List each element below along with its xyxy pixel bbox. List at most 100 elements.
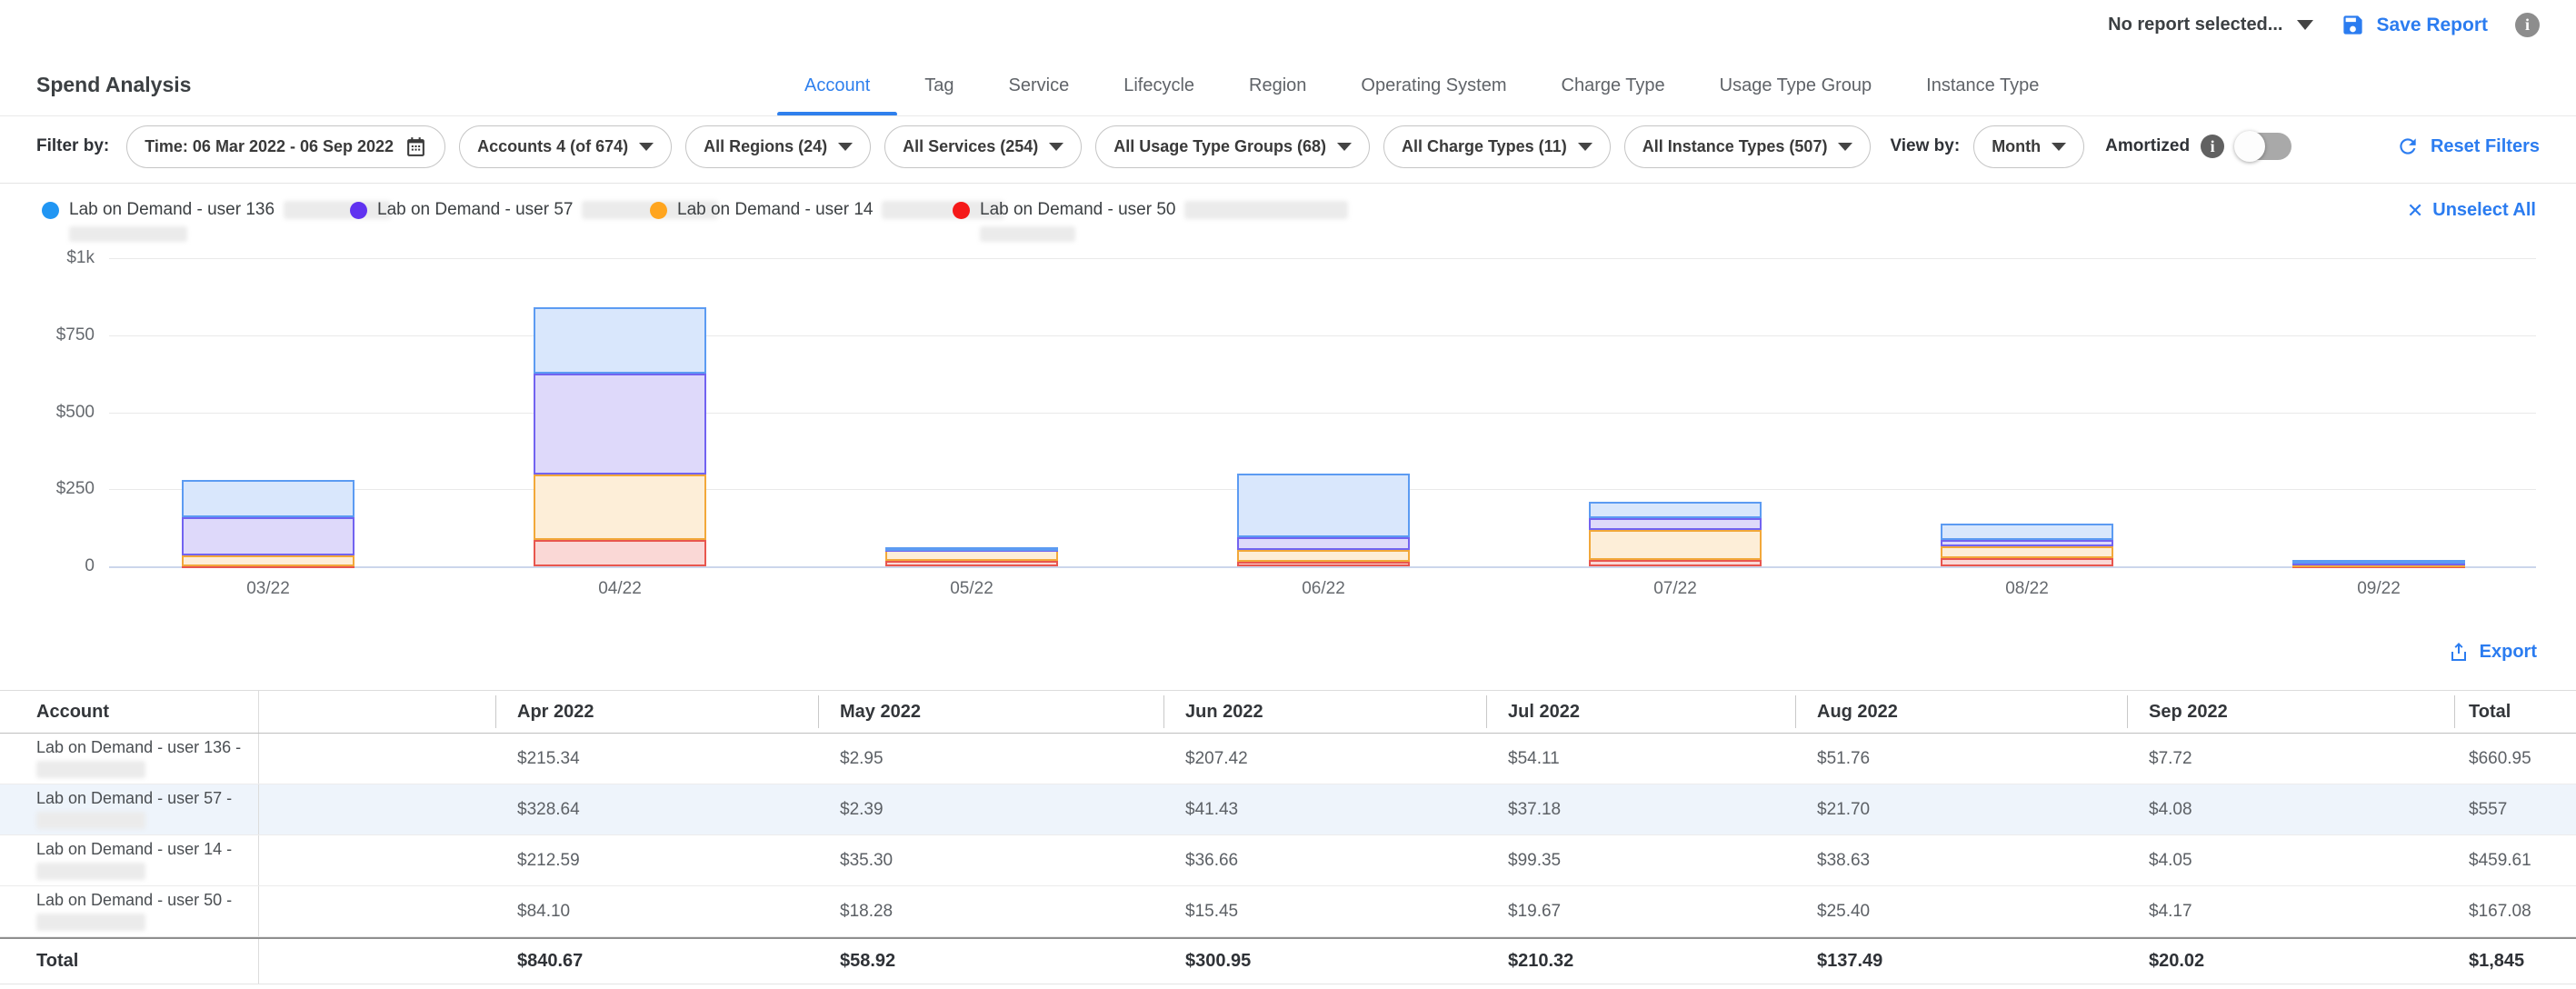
bar-segment-06-22[interactable]: [1237, 474, 1410, 537]
redacted-text: [36, 914, 145, 931]
info-icon[interactable]: i: [2515, 13, 2540, 37]
amortized-info-icon[interactable]: i: [2201, 135, 2224, 158]
redacted-text: [36, 812, 145, 829]
bar-segment-08-22[interactable]: [1941, 546, 2113, 558]
account-name: Lab on Demand - user 57 -: [36, 790, 232, 808]
spacer-cell: [259, 835, 495, 885]
value-cell: $2.39: [818, 784, 1163, 834]
bar-segment-04-22[interactable]: [534, 307, 706, 374]
bar-segment-08-22[interactable]: [1941, 524, 2113, 540]
tab-lifecycle[interactable]: Lifecycle: [1096, 55, 1222, 116]
tab-service[interactable]: Service: [982, 55, 1097, 116]
bar-segment-06-22[interactable]: [1237, 550, 1410, 561]
amortized-toggle[interactable]: [2235, 133, 2291, 160]
filter-bar: Filter by: Time: 06 Mar 2022 - 06 Sep 20…: [36, 125, 2540, 168]
legend-dot-icon: [350, 202, 367, 219]
table-body: Lab on Demand - user 136 -$215.34$2.95$2…: [0, 734, 2576, 937]
total-value-cell: $137.49: [1795, 939, 2127, 984]
value-cell: $215.34: [495, 734, 818, 784]
bar-segment-07-22[interactable]: [1589, 502, 1762, 518]
value-cell: $54.11: [1486, 734, 1795, 784]
unselect-all-label: Unselect All: [2432, 200, 2536, 221]
bar-segment-07-22[interactable]: [1589, 530, 1762, 561]
filter-dropdown-label: All Services (254): [903, 137, 1038, 156]
value-cell: $15.45: [1163, 886, 1486, 936]
filter-dropdown-regions[interactable]: All Regions (24): [685, 125, 871, 168]
bar-segment-07-22[interactable]: [1589, 518, 1762, 530]
bar-segment-04-22[interactable]: [534, 540, 706, 566]
total-value-cell: $210.32: [1486, 939, 1795, 984]
bar-segment-03-22[interactable]: [182, 480, 354, 517]
tab-region[interactable]: Region: [1222, 55, 1333, 116]
value-cell: $212.59: [495, 835, 818, 885]
value-cell: $99.35: [1486, 835, 1795, 885]
bar-segment-03-22[interactable]: [182, 555, 354, 566]
legend-item[interactable]: Lab on Demand - user 50: [953, 200, 1348, 242]
bar-segment-05-22[interactable]: [885, 561, 1058, 566]
table-row: Lab on Demand - user 14 -$212.59$35.30$3…: [0, 835, 2576, 886]
bar-segment-06-22[interactable]: [1237, 562, 1410, 566]
topbar: No report selected... Save Report i: [2108, 13, 2540, 37]
bar-segment-06-22[interactable]: [1237, 537, 1410, 550]
bar-segment-05-22[interactable]: [885, 547, 1058, 551]
bar-segment-03-22[interactable]: [182, 517, 354, 554]
grand-total-cell: $1,845: [2454, 939, 2576, 984]
bar-segment-08-22[interactable]: [1941, 558, 2113, 566]
tab-operating-system[interactable]: Operating System: [1333, 55, 1533, 116]
filter-dropdown-label: All Regions (24): [704, 137, 827, 156]
chevron-down-icon: [838, 143, 853, 151]
gridline: [109, 258, 2536, 259]
column-header-month: Aug 2022: [1795, 691, 2127, 733]
table-row: Lab on Demand - user 136 -$215.34$2.95$2…: [0, 734, 2576, 784]
bar-segment-04-22[interactable]: [534, 374, 706, 475]
bar-segment-07-22[interactable]: [1589, 560, 1762, 566]
legend-label: Lab on Demand - user 14: [677, 200, 873, 220]
tab-charge-type[interactable]: Charge Type: [1534, 55, 1692, 116]
filter-dropdown-usage[interactable]: All Usage Type Groups (68): [1095, 125, 1370, 168]
amortized-control: Amortized i: [2105, 133, 2291, 160]
chevron-down-icon: [1838, 143, 1852, 151]
legend-label: Lab on Demand - user 136: [69, 200, 275, 220]
view-by-label: View by:: [1890, 136, 1960, 156]
value-cell: $328.64: [495, 784, 818, 834]
legend-item[interactable]: Lab on Demand - user 14: [650, 200, 1004, 220]
value-cell: $38.63: [1795, 835, 2127, 885]
time-range-filter[interactable]: Time: 06 Mar 2022 - 06 Sep 2022: [126, 125, 445, 168]
save-report-button[interactable]: Save Report: [2341, 13, 2488, 37]
account-cell: Lab on Demand - user 14 -: [0, 835, 259, 885]
filter-dropdown-instance[interactable]: All Instance Types (507): [1624, 125, 1872, 168]
report-selector-dropdown[interactable]: No report selected...: [2108, 15, 2313, 35]
legend-item[interactable]: Lab on Demand - user 136: [42, 200, 391, 242]
x-axis-tick-label: 04/22: [547, 579, 693, 599]
view-by-dropdown[interactable]: Month: [1973, 125, 2084, 168]
export-button[interactable]: Export: [2448, 641, 2537, 663]
filter-dropdown-4[interactable]: Accounts 4 (of 674): [459, 125, 672, 168]
filter-dropdown-services[interactable]: All Services (254): [884, 125, 1082, 168]
tab-account[interactable]: Account: [777, 55, 897, 116]
legend-text: Lab on Demand - user 136: [69, 200, 391, 242]
bar-segment-09-22[interactable]: [2292, 560, 2465, 564]
bar-segment-08-22[interactable]: [1941, 540, 2113, 546]
spacer-cell: [259, 939, 495, 984]
legend-label-line: Lab on Demand - user 50: [980, 200, 1348, 220]
tab-tag[interactable]: Tag: [897, 55, 981, 116]
filter-dropdown-label: All Charge Types (11): [1402, 137, 1567, 156]
gridline: [109, 413, 2536, 414]
report-selector-value: No report selected...: [2108, 15, 2282, 35]
reset-filters-button[interactable]: Reset Filters: [2396, 135, 2540, 158]
total-value-cell: $20.02: [2127, 939, 2454, 984]
total-value-cell: $840.67: [495, 939, 818, 984]
account-name: Lab on Demand - user 14 -: [36, 841, 232, 859]
account-cell: Lab on Demand - user 136 -: [0, 734, 259, 784]
tab-usage-type-group[interactable]: Usage Type Group: [1692, 55, 1900, 116]
x-axis-tick-label: 08/22: [1954, 579, 2100, 599]
bar-segment-04-22[interactable]: [534, 475, 706, 540]
filter-dropdown-charge[interactable]: All Charge Types (11): [1383, 125, 1611, 168]
dimension-tabs: AccountTagServiceLifecycleRegionOperatin…: [777, 55, 2066, 116]
x-axis-tick-label: 06/22: [1251, 579, 1396, 599]
spacer-cell: [259, 784, 495, 834]
account-name: Lab on Demand - user 50 -: [36, 892, 232, 910]
unselect-all-button[interactable]: ✕ Unselect All: [2407, 200, 2536, 221]
tab-instance-type[interactable]: Instance Type: [1899, 55, 2066, 116]
chevron-down-icon: [639, 143, 654, 151]
